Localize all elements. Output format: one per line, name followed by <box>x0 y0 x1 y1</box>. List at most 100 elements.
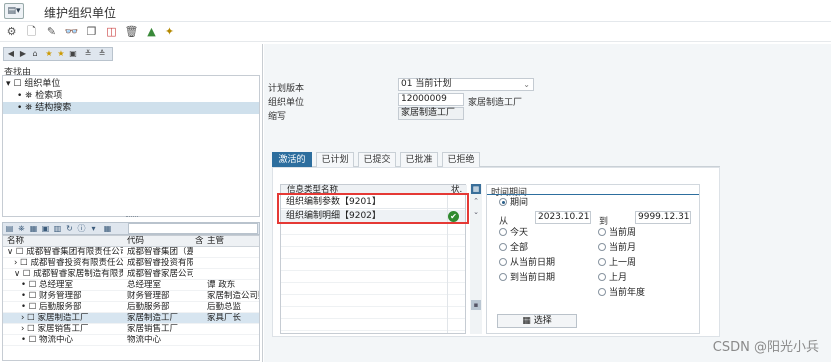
folder-icon[interactable]: ▣ <box>67 48 79 60</box>
expand-icon[interactable]: ∨ ☐ <box>7 247 24 257</box>
radio-today[interactable]: 今天 <box>499 228 528 239</box>
home-icon[interactable]: ⌂ <box>29 48 41 60</box>
expand-icon[interactable]: • ☐ <box>21 280 36 290</box>
table-row[interactable]: ∨ ☐ 成都智睿家居制造有限责任成都智睿家居公司 <box>3 269 259 280</box>
info-icon[interactable]: ⓘ <box>76 223 87 234</box>
forward-icon[interactable]: ▶ <box>17 48 29 60</box>
select-button[interactable]: ▦ 选择 <box>497 314 577 328</box>
expand-icon[interactable]: ▾ ☐ <box>6 79 21 89</box>
delete-trash-icon[interactable]: 🗑 <box>124 24 139 39</box>
magic-wand-icon[interactable]: ✦ <box>162 24 177 39</box>
indicator-cell <box>195 247 205 258</box>
infotype-scrollbar[interactable]: ▦ ⌃ ⌄ ▪ <box>470 184 482 334</box>
table-row[interactable]: • ☐ 后勤服务部 后勤服务部 后勤总监 <box>3 302 259 313</box>
radio-from-current-date[interactable]: 从当前日期 <box>499 258 555 269</box>
favorites-add-icon[interactable]: ★ <box>43 48 55 60</box>
org-unit-code-field[interactable]: 12000009 <box>398 93 464 106</box>
table-row[interactable]: • ☐ 总经理室 总经理室谭 政东 <box>3 280 259 291</box>
filter-icon[interactable]: ▾ <box>88 223 99 234</box>
chart-icon[interactable]: ▲ <box>144 24 159 39</box>
delimit-icon[interactable]: ◫ <box>104 24 119 39</box>
radio-current-year[interactable]: 当前年度 <box>598 288 645 299</box>
org-unit-code-cell: 成都智睿集团（嘉 <box>127 247 193 257</box>
detail-icon[interactable]: ▣ <box>40 223 51 234</box>
abbreviation-field[interactable]: 家居制造工厂 <box>398 107 464 120</box>
refresh-icon[interactable]: ↻ <box>64 223 75 234</box>
highlight-box <box>277 193 469 224</box>
org-unit-code-cell: 后勤服务部 <box>127 302 170 312</box>
hit-list-search-input[interactable] <box>128 223 258 234</box>
tab-submitted[interactable]: 已提交 <box>358 152 396 167</box>
cell-text: 后勤服务部 <box>39 302 82 312</box>
radio-label: 当前月 <box>609 243 637 253</box>
select-button-label: 选择 <box>533 316 552 326</box>
table-row[interactable]: • ☐ 财务管理部财务管理部家居制造公司财 <box>3 291 259 302</box>
expand-icon[interactable]: › ☐ <box>21 313 35 323</box>
plan-version-select[interactable]: 01 当前计划 ⌄ <box>398 78 534 91</box>
table-settings-icon[interactable]: ▦ <box>471 184 481 194</box>
new-document-icon[interactable]: 🗋 <box>24 24 39 39</box>
radio-all[interactable]: 全部 <box>499 243 528 254</box>
manager-cell <box>207 324 259 335</box>
column-header-code[interactable]: 代码 <box>127 236 189 247</box>
table-row[interactable]: ∨ ☐ 成都智睿集团有限责任公司 成都智睿集团（嘉 <box>3 247 259 258</box>
layout-icon[interactable]: ▥ <box>52 223 63 234</box>
expand-icon[interactable]: › ☐ <box>21 324 35 334</box>
tab-rejected[interactable]: 已拒绝 <box>442 152 480 167</box>
indicator-cell <box>195 269 205 280</box>
radio-current-month[interactable]: 当前月 <box>598 243 636 254</box>
find-icon[interactable]: ⛯ <box>16 223 27 234</box>
cell-text: 成都智睿家居制造有限责任 <box>33 269 123 279</box>
table-row[interactable]: • ☐ 物流中心 物流中心 <box>3 335 259 346</box>
tree-node-search-term[interactable]: • ⛯ 检索项 <box>17 90 62 102</box>
favorites-icon[interactable]: ★ <box>55 48 67 60</box>
expand-icon[interactable]: • ☐ <box>21 291 36 301</box>
title-bar: ▤▾ 维护组织单位 <box>0 0 831 22</box>
table-row[interactable]: › ☐ 家居销售工厂 家居销售工厂 <box>3 324 259 335</box>
copy-icon[interactable]: ❐ <box>84 24 99 39</box>
expand-icon[interactable]: › ☐ <box>14 258 28 268</box>
to-date-field[interactable]: 9999.12.31 <box>635 211 691 224</box>
collapse-all-icon[interactable]: ≙ <box>96 48 108 60</box>
radio-icon <box>598 243 606 251</box>
expand-icon[interactable]: • ☐ <box>21 302 36 312</box>
back-icon[interactable]: ◀ <box>5 48 17 60</box>
list-icon[interactable]: ▦ <box>28 223 39 234</box>
splitter-handle[interactable] <box>126 216 138 219</box>
display-glasses-icon[interactable]: 👓 <box>64 24 79 39</box>
tree-node-structure-search[interactable]: • ⛯ 结构搜索 <box>3 102 259 114</box>
chevron-down-icon[interactable]: ⌄ <box>523 79 530 90</box>
tab-active[interactable]: 激活的 <box>272 152 312 167</box>
plan-version-label: 计划版本 <box>268 84 305 94</box>
table-row[interactable]: › ☐ 家居制造工厂 家居制造工厂 家具厂长 <box>3 313 259 324</box>
column-header-name[interactable]: 名称 <box>7 236 123 247</box>
scroll-up-icon[interactable]: ⌃ <box>471 196 481 206</box>
scroll-down-icon[interactable]: ⌄ <box>471 207 481 217</box>
radio-last-month[interactable]: 上月 <box>598 273 627 284</box>
expand-all-icon[interactable]: ≚ <box>82 48 94 60</box>
org-unit-label: 组织单位 <box>268 98 305 108</box>
radio-label: 期间 <box>510 198 529 208</box>
edit-pencil-icon[interactable]: ✎ <box>44 24 59 39</box>
transport-icon[interactable]: ⚙ <box>4 24 19 39</box>
column-header-indicator[interactable]: 含 <box>195 236 207 247</box>
grid-header: 名称 代码 含 主管 <box>3 236 259 247</box>
empty-row <box>281 224 465 235</box>
tree-node-org-unit[interactable]: ▾ ☐ 组织单位 <box>6 78 60 90</box>
tree-view-icon[interactable]: ▤ <box>4 223 15 234</box>
radio-last-week[interactable]: 上一周 <box>598 258 636 269</box>
scroll-page-icon[interactable]: ▪ <box>471 300 481 310</box>
tab-approved[interactable]: 已批准 <box>400 152 438 167</box>
menu-icon[interactable]: ▤▾ <box>4 3 24 19</box>
tab-planned[interactable]: 已计划 <box>316 152 354 167</box>
radio-period[interactable]: 期间 <box>499 198 528 209</box>
radio-to-current-date[interactable]: 到当前日期 <box>499 273 555 284</box>
expand-icon[interactable]: ∨ ☐ <box>14 269 31 279</box>
radio-current-week[interactable]: 当前周 <box>598 228 636 239</box>
table-row[interactable]: › ☐ 成都智睿投资有限责任公司 成都智睿投资有限 <box>3 258 259 269</box>
column-header-manager[interactable]: 主管 <box>207 236 259 247</box>
from-date-field[interactable]: 2023.10.21 <box>535 211 591 224</box>
settings-icon[interactable]: ▦ <box>102 223 113 234</box>
expand-icon[interactable]: • ☐ <box>21 335 36 345</box>
radio-icon <box>598 288 606 296</box>
